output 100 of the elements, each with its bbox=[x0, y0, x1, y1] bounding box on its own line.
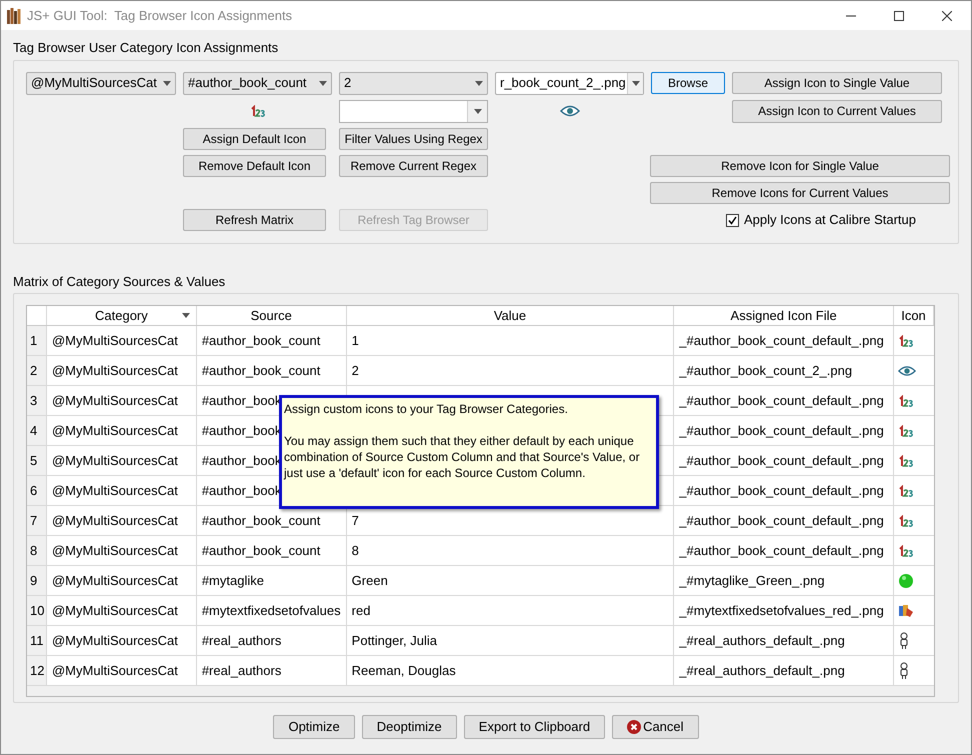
cancel-icon bbox=[627, 720, 642, 734]
person-icon bbox=[898, 632, 910, 650]
caret-icon bbox=[475, 80, 483, 86]
numbers-icon bbox=[898, 424, 914, 436]
table-cell: @MyMultiSourcesCat bbox=[46, 536, 197, 565]
row-number: 7 bbox=[27, 506, 47, 535]
table-cell: _#author_book_count_default_.png bbox=[674, 446, 894, 475]
dropdown[interactable]: r_book_count_2_.png bbox=[495, 72, 644, 94]
table-cell: @MyMultiSourcesCat bbox=[46, 416, 197, 445]
table-cell: _#author_book_count_default_.png bbox=[674, 476, 894, 505]
table-cell: #author_book_count bbox=[196, 536, 347, 565]
footer-button[interactable]: Optimize bbox=[273, 715, 355, 739]
table-cell: Green bbox=[346, 566, 674, 595]
table-cell: @MyMultiSourcesCat bbox=[46, 596, 197, 625]
table-cell: _#author_book_count_default_.png bbox=[674, 506, 894, 535]
row-number: 4 bbox=[27, 416, 47, 445]
table-cell: @MyMultiSourcesCat bbox=[46, 326, 197, 355]
column-header[interactable]: Category bbox=[46, 306, 197, 325]
close-icon[interactable] bbox=[942, 10, 952, 20]
remove-default-button[interactable]: Remove Default Icon bbox=[183, 154, 326, 176]
column-header[interactable]: Source bbox=[196, 306, 347, 325]
caret-icon bbox=[319, 80, 327, 86]
table-cell: @MyMultiSourcesCat bbox=[46, 566, 197, 595]
books-icon bbox=[7, 8, 21, 24]
table-cell: _#author_book_count_default_.png bbox=[674, 536, 894, 565]
dropdown[interactable]: 2 bbox=[339, 72, 488, 94]
numbers-icon bbox=[248, 105, 266, 117]
row-number: 2 bbox=[27, 356, 47, 385]
browse-button[interactable]: Browse bbox=[651, 72, 725, 94]
filter-regex-button[interactable]: Filter Values Using Regex bbox=[339, 128, 488, 150]
numbers-icon bbox=[898, 334, 914, 346]
footer-button[interactable]: Export to Clipboard bbox=[464, 715, 606, 739]
caret-icon bbox=[632, 80, 640, 86]
table-cell: #mytextfixedsetofvalues bbox=[196, 596, 347, 625]
table-cell: #real_authors bbox=[196, 656, 347, 685]
checkbox[interactable] bbox=[726, 214, 739, 226]
numbers-icon bbox=[898, 454, 914, 466]
numbers-icon bbox=[898, 394, 914, 406]
dropdown[interactable]: @MyMultiSourcesCat bbox=[26, 72, 176, 94]
assign-default-button[interactable]: Assign Default Icon bbox=[183, 128, 326, 150]
table-cell: 2 bbox=[346, 356, 674, 385]
palette-icon bbox=[898, 602, 914, 618]
table-cell: Pottinger, Julia bbox=[346, 626, 674, 655]
assign-current-button[interactable]: Assign Icon to Current Values bbox=[732, 100, 942, 122]
eye-icon bbox=[558, 105, 580, 117]
caret-icon bbox=[474, 108, 482, 114]
numbers-icon bbox=[898, 544, 914, 556]
section-title: Tag Browser User Category Icon Assignments bbox=[13, 39, 280, 57]
table-cell: _#author_book_count_2_.png bbox=[674, 356, 894, 385]
remove-regex-button[interactable]: Remove Current Regex bbox=[339, 154, 488, 176]
regex-field[interactable] bbox=[339, 100, 488, 122]
table-cell: _#author_book_count_default_.png bbox=[674, 386, 894, 415]
checkbox-label: Apply Icons at Calibre Startup bbox=[744, 211, 916, 230]
table-cell: #real_authors bbox=[196, 626, 347, 655]
dot-icon bbox=[898, 572, 914, 588]
row-number: 9 bbox=[27, 566, 47, 595]
table-cell: Reeman, Douglas bbox=[346, 656, 674, 685]
eye-icon bbox=[898, 364, 916, 376]
table-cell: #author_book_count bbox=[196, 326, 347, 355]
maximize-icon[interactable] bbox=[894, 10, 904, 20]
table-cell: 8 bbox=[346, 536, 674, 565]
remove-single-button[interactable]: Remove Icon for Single Value bbox=[650, 154, 950, 176]
table-cell: _#author_book_count_default_.png bbox=[674, 416, 894, 445]
row-number: 1 bbox=[27, 326, 47, 355]
dropdown-value: r_book_count_2_.png bbox=[499, 74, 627, 92]
table-cell: _#mytextfixedsetofvalues_red_.png bbox=[674, 596, 894, 625]
table-cell: @MyMultiSourcesCat bbox=[46, 386, 197, 415]
column-header[interactable]: Value bbox=[346, 306, 674, 325]
table-cell: @MyMultiSourcesCat bbox=[46, 506, 197, 535]
row-number: 12 bbox=[27, 656, 47, 685]
caret-icon bbox=[163, 80, 171, 86]
assign-single-button[interactable]: Assign Icon to Single Value bbox=[732, 72, 942, 94]
row-number: 10 bbox=[27, 596, 47, 625]
sort-icon bbox=[182, 313, 190, 318]
window-title: JS+ GUI Tool: Tag Browser Icon Assignments bbox=[27, 6, 292, 25]
row-number: 5 bbox=[27, 446, 47, 475]
numbers-icon bbox=[898, 514, 914, 526]
numbers-icon bbox=[898, 484, 914, 496]
table-cell: _#author_book_count_default_.png bbox=[674, 326, 894, 355]
table-cell: _#mytaglike_Green_.png bbox=[674, 566, 894, 595]
dropdown-value: 2 bbox=[343, 74, 352, 92]
table-cell: @MyMultiSourcesCat bbox=[46, 356, 197, 385]
table-cell: _#real_authors_default_.png bbox=[674, 656, 894, 685]
remove-current-button[interactable]: Remove Icons for Current Values bbox=[650, 182, 950, 204]
table-cell: _#real_authors_default_.png bbox=[674, 626, 894, 655]
table-cell: #author_book_count bbox=[196, 356, 347, 385]
column-header[interactable]: Assigned Icon File bbox=[674, 306, 894, 325]
column-header[interactable]: Icon bbox=[894, 306, 934, 325]
table-cell: #mytaglike bbox=[196, 566, 347, 595]
refresh-matrix-button[interactable]: Refresh Matrix bbox=[183, 208, 326, 230]
dropdown[interactable]: #author_book_count bbox=[183, 72, 332, 94]
table-cell: @MyMultiSourcesCat bbox=[46, 626, 197, 655]
row-number: 8 bbox=[27, 536, 47, 565]
person-icon bbox=[898, 662, 910, 680]
section-title: Matrix of Category Sources & Values bbox=[13, 272, 226, 291]
table-cell: red bbox=[346, 596, 674, 625]
footer-button[interactable]: Deoptimize bbox=[362, 715, 457, 739]
dropdown-value: @MyMultiSourcesCat bbox=[30, 74, 158, 92]
cancel-button[interactable]: Cancel bbox=[612, 715, 699, 739]
row-number: 3 bbox=[27, 386, 47, 415]
